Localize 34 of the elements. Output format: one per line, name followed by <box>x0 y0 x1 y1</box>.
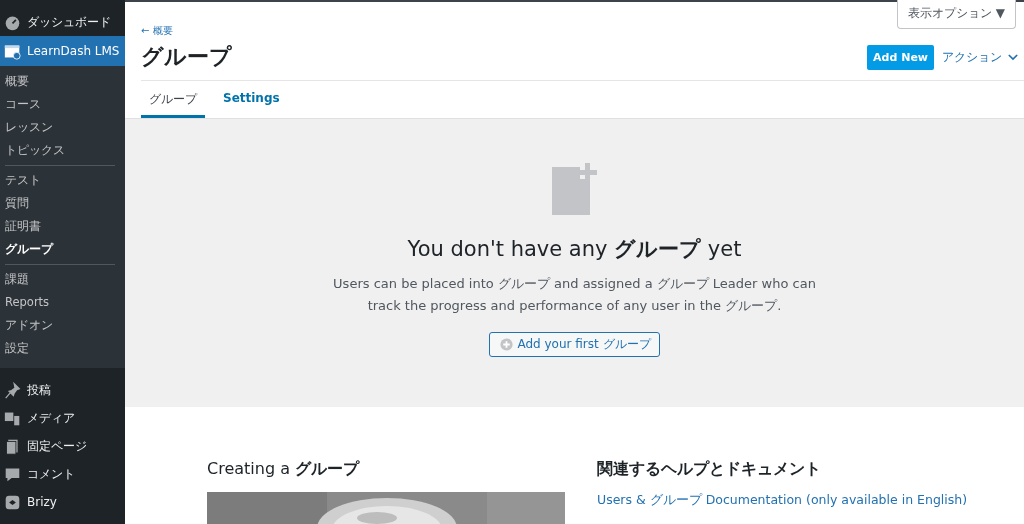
tab[interactable]: Settings <box>215 87 288 118</box>
sidebar-item[interactable]: LearnDash LMS <box>0 36 125 66</box>
pin-icon <box>4 381 21 399</box>
add-document-icon <box>551 163 598 215</box>
submenu-item[interactable]: トピックス <box>0 139 125 162</box>
page-title: グループ <box>141 43 232 71</box>
submenu-item[interactable]: アドオン <box>0 314 125 337</box>
docs-title: 関連するヘルプとドキュメント <box>597 459 822 480</box>
submenu-item[interactable]: 課題 <box>0 268 125 291</box>
empty-state-text: Users can be placed into グループ and assigned a グループ Leader who can track the progress and performance of any user in the グループ. <box>332 275 817 315</box>
submenu-item[interactable]: 証明書 <box>0 215 125 238</box>
plus-circle-icon <box>500 338 514 351</box>
submenu-item[interactable]: 設定 <box>0 337 125 360</box>
submenu-item[interactable]: レッスン <box>0 116 125 139</box>
sidebar-item[interactable]: コメント <box>0 460 125 488</box>
submenu-item[interactable]: コース <box>0 93 125 116</box>
submenu-item[interactable]: テスト <box>0 169 125 192</box>
screen-options-tab[interactable]: 表示オプション ▼ <box>896 0 1016 29</box>
sidebar-item[interactable]: ダッシュボード <box>0 8 125 36</box>
empty-state-heading: You don't have any グループ yet <box>407 236 742 263</box>
submenu-item[interactable]: グループ <box>0 238 125 261</box>
pages-icon <box>4 437 21 455</box>
submenu-item[interactable]: 質問 <box>0 192 125 215</box>
actions-menu[interactable]: アクション <box>942 48 1018 66</box>
documentation-link[interactable]: Users & グループ Documentation (only available in English) <box>597 492 968 509</box>
chevron-down-icon <box>1008 53 1018 61</box>
sidebar-item[interactable]: 固定ページ <box>0 432 125 460</box>
submenu-item[interactable]: 概要 <box>0 70 125 93</box>
video-title: Creating a グループ <box>207 459 361 480</box>
add-first-group-button[interactable]: Add your first グループ <box>489 332 660 357</box>
sidebar-item[interactable]: Brizy <box>0 488 125 516</box>
sidebar-item[interactable]: 投稿 <box>0 376 125 404</box>
submenu-item[interactable]: Reports <box>0 291 125 314</box>
sidebar-item[interactable]: メディア <box>0 404 125 432</box>
